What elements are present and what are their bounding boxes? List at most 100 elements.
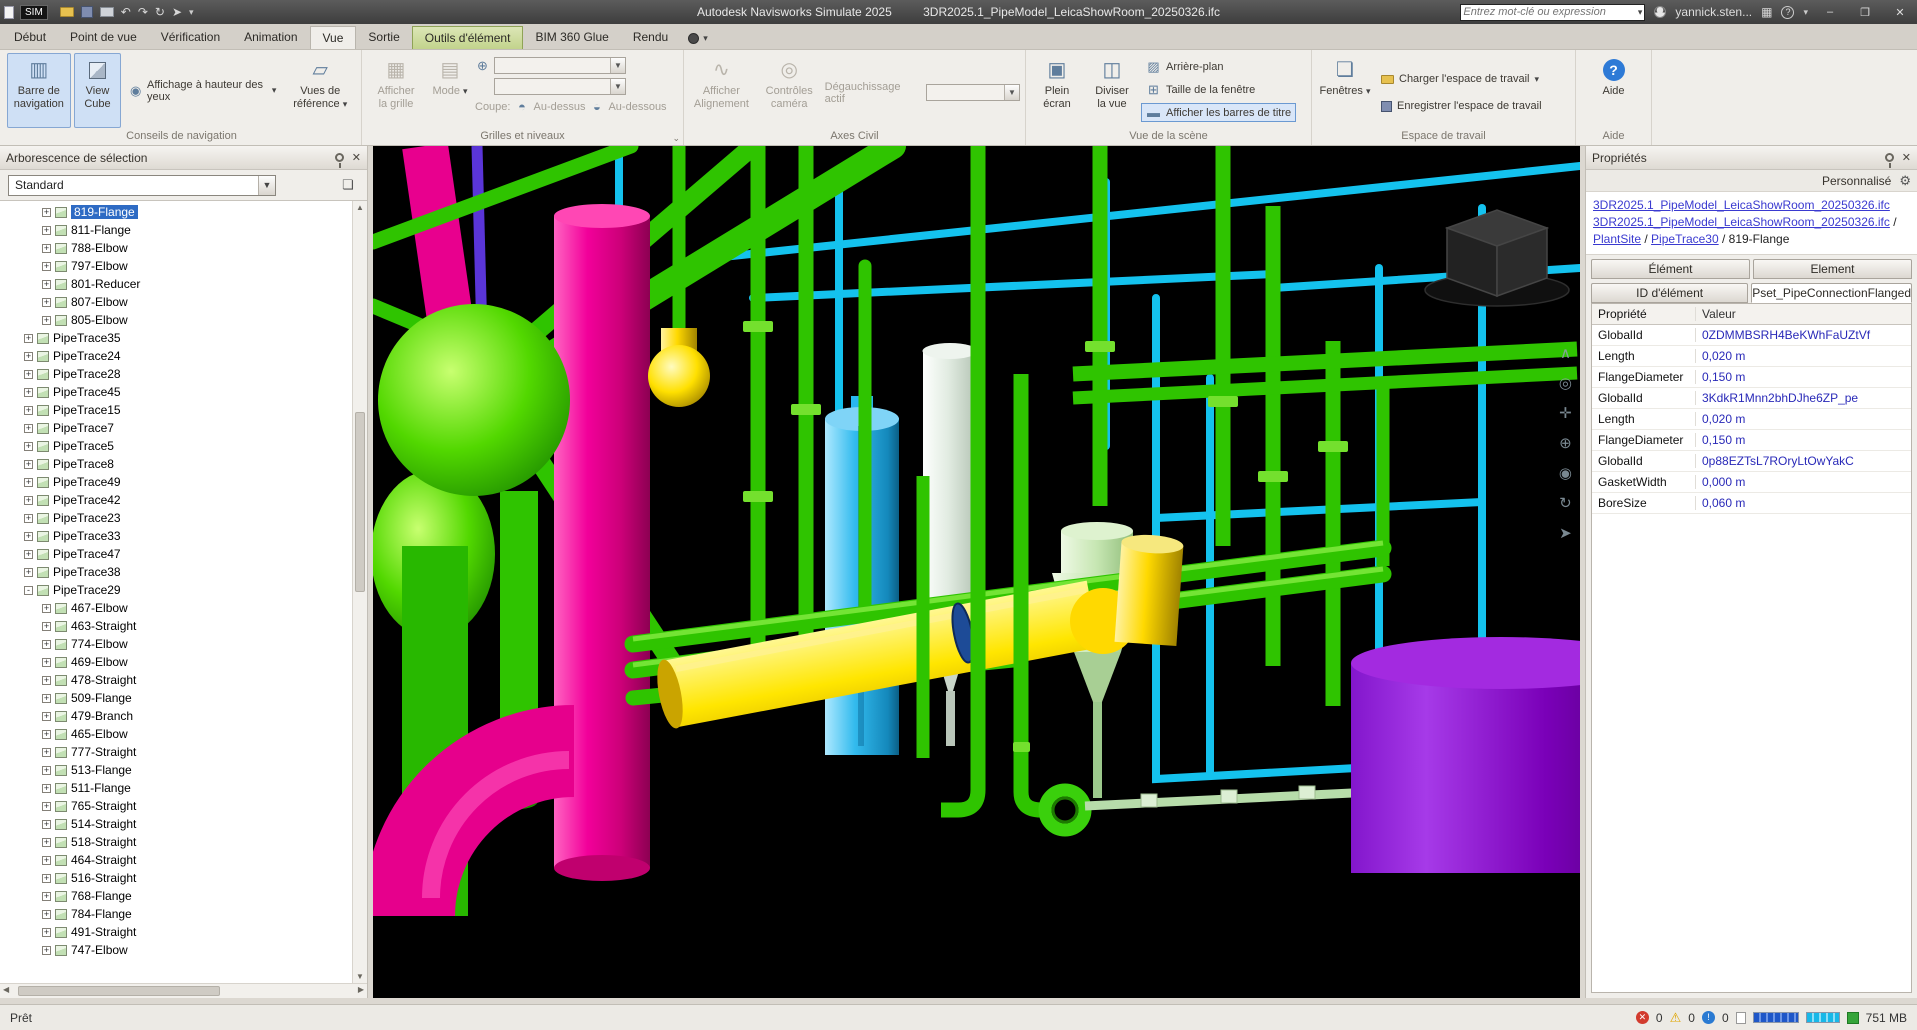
tree-expander-icon[interactable]: + — [42, 208, 51, 217]
tree-item[interactable]: + PipeTrace49 — [0, 473, 352, 491]
eye-level-button[interactable]: ◉ Affichage à hauteur des yeux ▾ — [124, 53, 281, 128]
tree-horizontal-scrollbar[interactable]: ◀ ▶ — [0, 983, 367, 998]
pin-icon[interactable] — [1885, 153, 1894, 162]
steering-wheel-icon[interactable]: ◎ — [1559, 376, 1572, 391]
tree-expander-icon[interactable]: + — [42, 730, 51, 739]
tree-item[interactable]: + PipeTrace23 — [0, 509, 352, 527]
tree-expander-icon[interactable]: + — [42, 928, 51, 937]
tree-item[interactable]: + 777-Straight — [0, 743, 352, 761]
tree-item[interactable]: + 805-Elbow — [0, 311, 352, 329]
tree-expander-icon[interactable]: + — [42, 694, 51, 703]
look-icon[interactable]: ◉ — [1559, 466, 1572, 481]
scroll-up-icon[interactable]: ▲ — [353, 203, 367, 212]
scroll-down-icon[interactable]: ▼ — [353, 972, 367, 981]
tree-expander-icon[interactable]: + — [24, 424, 33, 433]
tree-item[interactable]: + 464-Straight — [0, 851, 352, 869]
property-row[interactable]: BoreSize 0,060 m — [1592, 493, 1911, 514]
tree-expander-icon[interactable]: + — [42, 658, 51, 667]
dialog-launcher-icon[interactable]: ⌄ — [672, 133, 680, 144]
tree-item[interactable]: + 514-Straight — [0, 815, 352, 833]
ribbon-tab[interactable]: Outils d'élément — [412, 26, 524, 49]
tree-item[interactable]: + 479-Branch — [0, 707, 352, 725]
tree-expander-icon[interactable]: + — [42, 766, 51, 775]
tree-mode-combo[interactable]: Standard ▼ — [8, 175, 276, 196]
tree-item[interactable]: + 463-Straight — [0, 617, 352, 635]
tree-expander-icon[interactable]: - — [24, 586, 33, 595]
tree-expander-icon[interactable]: + — [24, 514, 33, 523]
tree-expander-icon[interactable]: + — [24, 478, 33, 487]
reference-views-button[interactable]: ▱ Vues deréférence ▾ — [284, 53, 356, 128]
combo-caret-icon[interactable]: ▼ — [258, 176, 275, 195]
property-row[interactable]: FlangeDiameter 0,150 m — [1592, 367, 1911, 388]
application-icon[interactable] — [4, 6, 14, 19]
grid-mode-button[interactable]: ▤ Mode ▾ — [428, 53, 472, 128]
tree-expander-icon[interactable]: + — [24, 334, 33, 343]
tree-item[interactable]: + PipeTrace28 — [0, 365, 352, 383]
plantsite-link[interactable]: PlantSite — [1593, 232, 1641, 246]
grid-level-combo[interactable]: ▼ — [494, 57, 626, 74]
viewcube[interactable] — [1425, 210, 1569, 306]
show-title-bars-button[interactable]: ▬ Afficher les barres de titre — [1141, 103, 1296, 122]
tree-expander-icon[interactable]: + — [42, 298, 51, 307]
tree-expander-icon[interactable]: + — [24, 460, 33, 469]
property-row[interactable]: GlobalId 3KdkR1Mnn2bhDJhe6ZP_pe — [1592, 388, 1911, 409]
tree-vertical-scrollbar[interactable]: ▲ ▼ — [352, 201, 367, 983]
show-grid-button[interactable]: ▦ Afficherla grille — [367, 53, 425, 128]
ribbon-tab[interactable]: Sortie — [356, 26, 411, 49]
undo-icon[interactable]: ↶ — [121, 6, 131, 18]
tree-expander-icon[interactable]: + — [24, 406, 33, 415]
ribbon-tab[interactable]: BIM 360 Glue — [523, 26, 620, 49]
tree-expander-icon[interactable]: + — [24, 568, 33, 577]
tree-item[interactable]: + PipeTrace15 — [0, 401, 352, 419]
tree-item[interactable]: + 765-Straight — [0, 797, 352, 815]
scroll-right-icon[interactable]: ▶ — [358, 985, 364, 994]
tree-expander-icon[interactable]: + — [42, 262, 51, 271]
close-button[interactable]: ✕ — [1887, 6, 1913, 19]
save-workspace-button[interactable]: Enregistrer l'espace de travail — [1376, 97, 1547, 116]
close-panel-icon[interactable]: ✕ — [1902, 151, 1911, 164]
properties-tab[interactable]: Élément — [1591, 259, 1750, 279]
property-row[interactable]: GlobalId 0p88EZTsL7ROryLtOwYakC — [1592, 451, 1911, 472]
tree-expander-icon[interactable]: + — [42, 838, 51, 847]
tree-expander-icon[interactable]: + — [42, 226, 51, 235]
tree-expander-icon[interactable]: + — [42, 748, 51, 757]
save-icon[interactable] — [81, 6, 93, 18]
show-alignment-button[interactable]: ∿ AfficherAlignement — [689, 53, 754, 128]
full-screen-button[interactable]: ▣ Pleinécran — [1031, 53, 1083, 128]
tree-item[interactable]: + 478-Straight — [0, 671, 352, 689]
tree-item[interactable]: + 768-Flange — [0, 887, 352, 905]
tree-expander-icon[interactable]: + — [42, 622, 51, 631]
tree-expander-icon[interactable]: + — [24, 550, 33, 559]
tree-expander-icon[interactable]: + — [42, 820, 51, 829]
tree-expander-icon[interactable]: + — [24, 532, 33, 541]
tree-item[interactable]: + PipeTrace8 — [0, 455, 352, 473]
tree-item[interactable]: + 511-Flange — [0, 779, 352, 797]
tree-item[interactable]: + 784-Flange — [0, 905, 352, 923]
pin-icon[interactable] — [335, 153, 344, 162]
ribbon-tab[interactable]: Animation — [232, 26, 309, 49]
tree-expander-icon[interactable]: + — [42, 316, 51, 325]
search-input[interactable] — [1463, 6, 1637, 18]
tree-expander-icon[interactable]: + — [42, 280, 51, 289]
report-icon[interactable] — [1736, 1012, 1746, 1024]
tree-item[interactable]: + 774-Elbow — [0, 635, 352, 653]
tree-expander-icon[interactable]: + — [42, 604, 51, 613]
pan-icon[interactable]: ✛ — [1559, 406, 1572, 421]
render-style-icon[interactable] — [688, 33, 699, 44]
select-tool-icon[interactable]: ➤ — [172, 6, 182, 18]
tree-item[interactable]: + 467-Elbow — [0, 599, 352, 617]
tree-item[interactable]: + PipeTrace45 — [0, 383, 352, 401]
tree-item[interactable]: + 518-Straight — [0, 833, 352, 851]
tree-item[interactable]: + 788-Elbow — [0, 239, 352, 257]
refresh-icon[interactable]: ↻ — [155, 6, 165, 18]
scrollbar-thumb[interactable] — [18, 986, 220, 996]
help-caret-icon[interactable]: ▾ — [1803, 7, 1808, 18]
tree-item[interactable]: + PipeTrace24 — [0, 347, 352, 365]
tree-item[interactable]: + 811-Flange — [0, 221, 352, 239]
tree-expander-icon[interactable]: + — [42, 676, 51, 685]
property-row[interactable]: FlangeDiameter 0,150 m — [1592, 430, 1911, 451]
tree-expander-icon[interactable]: + — [24, 352, 33, 361]
zoom-icon[interactable]: ⊕ — [1559, 436, 1572, 451]
tree-expander-icon[interactable]: + — [42, 892, 51, 901]
tree-item[interactable]: - PipeTrace29 — [0, 581, 352, 599]
